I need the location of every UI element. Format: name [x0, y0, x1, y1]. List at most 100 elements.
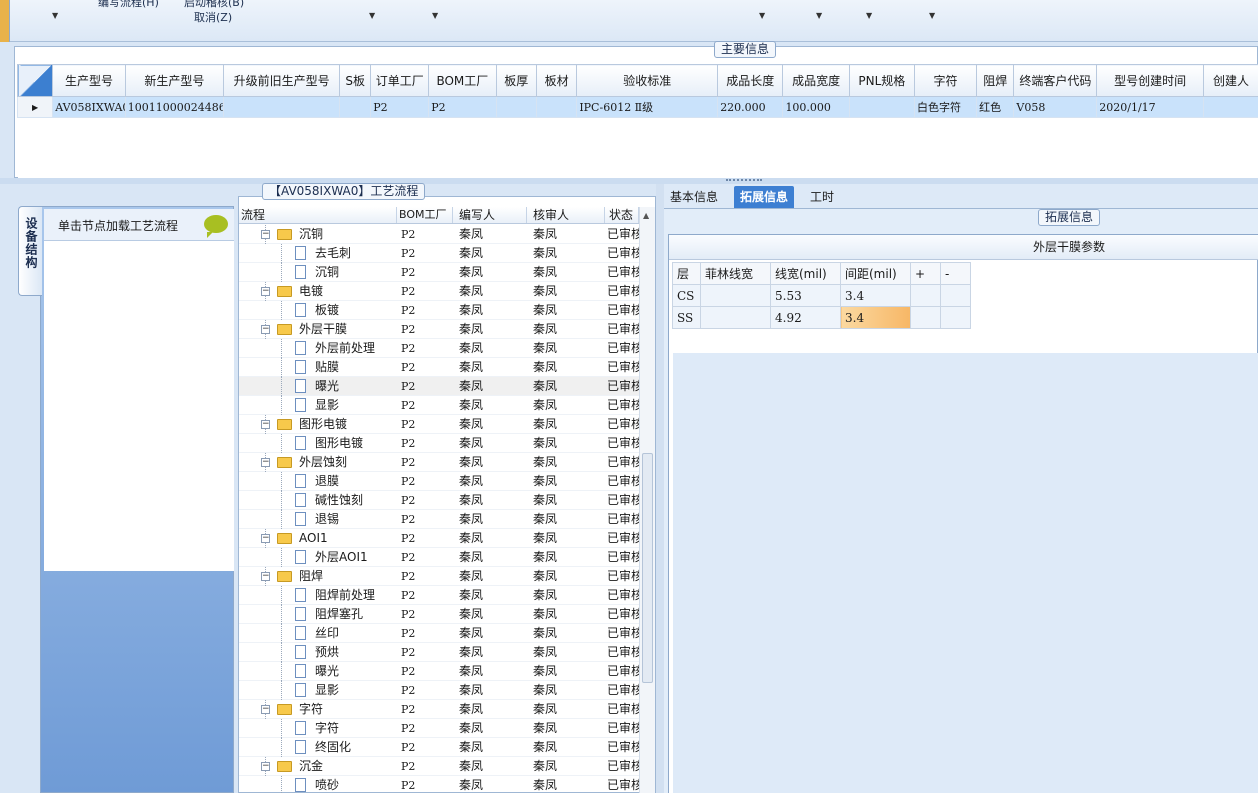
- tab-basic-info[interactable]: 基本信息: [664, 186, 724, 208]
- main-col-header[interactable]: 新生产型号: [124, 64, 225, 97]
- tree-node[interactable]: − AOI1: [239, 528, 397, 548]
- tree-item-row[interactable]: 终固化 P2 秦凤 秦凤 已审核: [239, 737, 639, 757]
- main-col-header[interactable]: 成品宽度: [782, 64, 850, 97]
- film-cell[interactable]: CS: [672, 284, 701, 307]
- main-col-header[interactable]: 成品长度: [717, 64, 784, 97]
- tree-node[interactable]: 喷砂: [239, 775, 397, 793]
- process-scrollbar[interactable]: ▲: [639, 207, 655, 793]
- tree-item-row[interactable]: 喷砂 P2 秦凤 秦凤 已审核: [239, 775, 639, 793]
- tree-node[interactable]: 图形电镀: [239, 433, 397, 453]
- main-cell[interactable]: 220.000: [717, 96, 784, 118]
- main-cell[interactable]: [495, 96, 537, 118]
- chevron-down-icon[interactable]: ▼: [369, 11, 375, 20]
- main-cell[interactable]: [339, 96, 372, 118]
- tree-node[interactable]: 显影: [239, 395, 397, 415]
- tree-group-row[interactable]: − 阻焊 P2 秦凤 秦凤 已审核: [239, 566, 639, 586]
- grid-corner[interactable]: [16, 64, 54, 97]
- main-col-header[interactable]: 升级前旧生产型号: [223, 64, 341, 97]
- tree-group-row[interactable]: − 字符 P2 秦凤 秦凤 已审核: [239, 699, 639, 719]
- tree-group-row[interactable]: − 沉金 P2 秦凤 秦凤 已审核: [239, 756, 639, 776]
- tree-item-row[interactable]: 沉铜 P2 秦凤 秦凤 已审核: [239, 262, 639, 282]
- collapse-icon[interactable]: −: [261, 457, 270, 467]
- collapse-icon[interactable]: −: [261, 419, 270, 429]
- tree-group-row[interactable]: − AOI1 P2 秦凤 秦凤 已审核: [239, 528, 639, 548]
- collapse-icon[interactable]: −: [261, 704, 270, 714]
- menu-edit-flow[interactable]: 编写流程(H): [98, 0, 159, 10]
- tree-item-row[interactable]: 碱性蚀刻 P2 秦凤 秦凤 已审核: [239, 490, 639, 510]
- scroll-thumb[interactable]: [642, 453, 653, 683]
- tree-node[interactable]: − 字符: [239, 699, 397, 719]
- main-col-header[interactable]: 创建人: [1202, 64, 1258, 97]
- main-cell[interactable]: 白色字符: [913, 96, 978, 118]
- tree-node[interactable]: 去毛刺: [239, 243, 397, 263]
- film-cell[interactable]: [910, 306, 941, 329]
- tree-node[interactable]: 字符: [239, 718, 397, 738]
- splitter-grip-icon[interactable]: [726, 179, 762, 182]
- tree-node[interactable]: 显影: [239, 680, 397, 700]
- tree-item-row[interactable]: 退锡 P2 秦凤 秦凤 已审核: [239, 509, 639, 529]
- film-cell[interactable]: 3.4: [840, 306, 911, 329]
- main-col-header[interactable]: 订单工厂: [370, 64, 430, 97]
- collapse-icon[interactable]: −: [261, 229, 270, 239]
- main-col-header[interactable]: 验收标准: [576, 64, 719, 97]
- tree-node[interactable]: 退膜: [239, 471, 397, 491]
- tree-node[interactable]: − 沉金: [239, 756, 397, 776]
- tree-item-row[interactable]: 阻焊前处理 P2 秦凤 秦凤 已审核: [239, 585, 639, 605]
- main-cell[interactable]: [1202, 96, 1258, 118]
- col-writer[interactable]: 编写人: [453, 207, 527, 223]
- tree-item-row[interactable]: 板镀 P2 秦凤 秦凤 已审核: [239, 300, 639, 320]
- main-col-header[interactable]: BOM工厂: [428, 64, 497, 97]
- tree-item-row[interactable]: 曝光 P2 秦凤 秦凤 已审核: [239, 376, 639, 396]
- tree-item-row[interactable]: 外层前处理 P2 秦凤 秦凤 已审核: [239, 338, 639, 358]
- tree-item-row[interactable]: 丝印 P2 秦凤 秦凤 已审核: [239, 623, 639, 643]
- tree-item-row[interactable]: 外层AOI1 P2 秦凤 秦凤 已审核: [239, 547, 639, 567]
- chevron-down-icon[interactable]: ▼: [929, 11, 935, 20]
- main-cell[interactable]: 10011000024486: [124, 96, 225, 118]
- main-col-header[interactable]: 终端客户代码: [1013, 64, 1098, 97]
- tree-item-row[interactable]: 去毛刺 P2 秦凤 秦凤 已审核: [239, 243, 639, 263]
- tree-node[interactable]: 曝光: [239, 376, 397, 396]
- device-tree[interactable]: [44, 241, 234, 571]
- col-reviewer[interactable]: 核审人: [527, 207, 605, 223]
- tree-node[interactable]: 阻焊前处理: [239, 585, 397, 605]
- tree-group-row[interactable]: − 电镀 P2 秦凤 秦凤 已审核: [239, 281, 639, 301]
- col-bom[interactable]: BOM工厂: [397, 207, 453, 223]
- tree-node[interactable]: − 阻焊: [239, 566, 397, 586]
- tree-node[interactable]: − 沉铜: [239, 225, 397, 244]
- main-cell[interactable]: P2: [370, 96, 430, 118]
- tree-item-row[interactable]: 显影 P2 秦凤 秦凤 已审核: [239, 395, 639, 415]
- main-cell[interactable]: P2: [428, 96, 497, 118]
- tree-node[interactable]: 外层前处理: [239, 338, 397, 358]
- tree-node[interactable]: 沉铜: [239, 262, 397, 282]
- main-cell[interactable]: [848, 96, 915, 118]
- tree-item-row[interactable]: 预烘 P2 秦凤 秦凤 已审核: [239, 642, 639, 662]
- chat-bubble-icon[interactable]: [204, 215, 228, 238]
- main-col-header[interactable]: PNL规格: [848, 64, 915, 97]
- tree-group-row[interactable]: − 图形电镀 P2 秦凤 秦凤 已审核: [239, 414, 639, 434]
- tree-node[interactable]: − 图形电镀: [239, 414, 397, 434]
- main-col-header[interactable]: 型号创建时间: [1096, 64, 1204, 97]
- main-cell[interactable]: V058: [1013, 96, 1098, 118]
- tree-node[interactable]: 预烘: [239, 642, 397, 662]
- tree-node[interactable]: − 外层蚀刻: [239, 452, 397, 472]
- main-cell[interactable]: 红色: [976, 96, 1015, 118]
- chevron-down-icon[interactable]: ▼: [52, 11, 58, 20]
- scroll-up-icon[interactable]: ▲: [643, 211, 649, 220]
- tree-group-row[interactable]: − 外层蚀刻 P2 秦凤 秦凤 已审核: [239, 452, 639, 472]
- film-cell[interactable]: 3.4: [840, 284, 911, 307]
- tree-node[interactable]: 曝光: [239, 661, 397, 681]
- tree-node[interactable]: 丝印: [239, 623, 397, 643]
- collapse-icon[interactable]: −: [261, 761, 270, 771]
- collapse-icon[interactable]: −: [261, 324, 270, 334]
- chevron-down-icon[interactable]: ▼: [816, 11, 822, 20]
- tree-node[interactable]: 终固化: [239, 737, 397, 757]
- film-cell[interactable]: 4.92: [770, 306, 841, 329]
- tree-node[interactable]: 外层AOI1: [239, 547, 397, 567]
- vertical-splitter[interactable]: [656, 184, 664, 793]
- tree-item-row[interactable]: 退膜 P2 秦凤 秦凤 已审核: [239, 471, 639, 491]
- film-cell[interactable]: [700, 284, 771, 307]
- main-col-header[interactable]: S板: [339, 64, 372, 97]
- menu-cancel[interactable]: 取消(Z): [194, 9, 232, 25]
- tree-node[interactable]: 退锡: [239, 509, 397, 529]
- tree-group-row[interactable]: − 外层干膜 P2 秦凤 秦凤 已审核: [239, 319, 639, 339]
